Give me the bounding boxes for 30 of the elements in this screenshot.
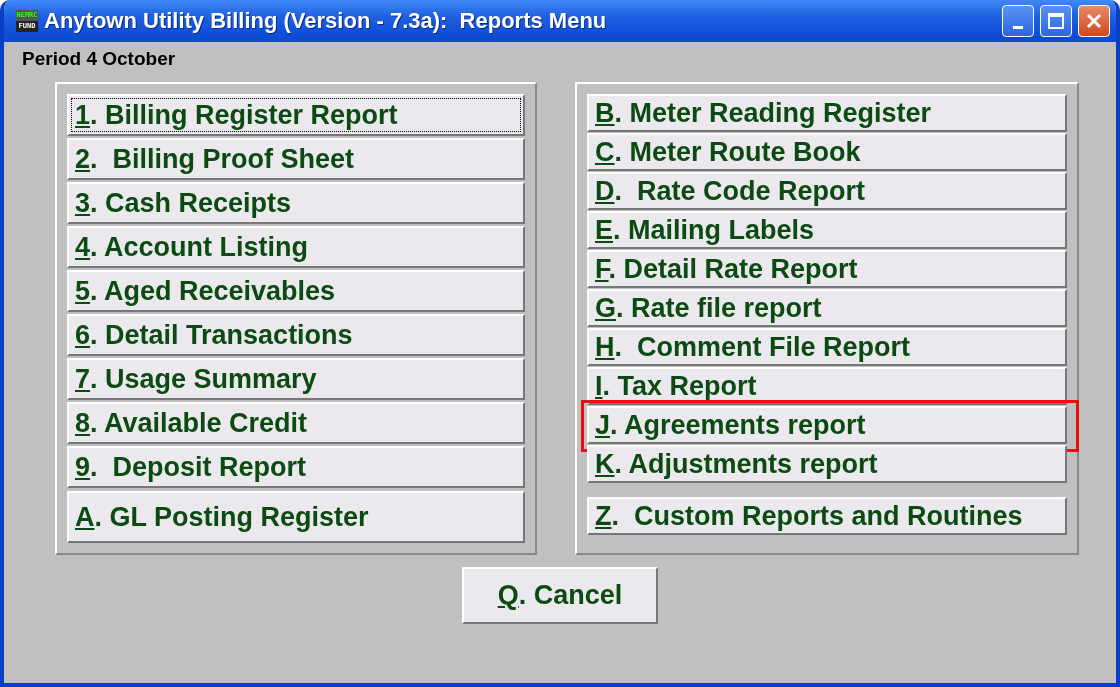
menu-button[interactable]: C. Meter Route Book	[587, 133, 1067, 171]
menu-button[interactable]: I. Tax Report	[587, 367, 1067, 405]
period-label: Period 4 October	[22, 48, 177, 70]
menu-button[interactable]: 8. Available Credit	[67, 402, 525, 444]
menu-button[interactable]: E. Mailing Labels	[587, 211, 1067, 249]
menu-button[interactable]: 4. Account Listing	[67, 226, 525, 268]
menu-button[interactable]: 5. Aged Receivables	[67, 270, 525, 312]
cancel-button[interactable]: Q. Cancel	[462, 567, 658, 624]
menu-button[interactable]: 1. Billing Register Report	[67, 94, 525, 136]
menu-button[interactable]: A. GL Posting Register	[67, 491, 525, 543]
menu-button[interactable]: J. Agreements report	[587, 406, 1067, 444]
close-button[interactable]	[1078, 5, 1110, 37]
menu-button[interactable]: H. Comment File Report	[587, 328, 1067, 366]
menu-button[interactable]: D. Rate Code Report	[587, 172, 1067, 210]
maximize-icon	[1047, 12, 1065, 30]
menu-button[interactable]: 3. Cash Receipts	[67, 182, 525, 224]
menu-button[interactable]: K. Adjustments report	[587, 445, 1067, 483]
menu-button[interactable]: Z. Custom Reports and Routines	[587, 497, 1067, 535]
menu-button[interactable]: 2. Billing Proof Sheet	[67, 138, 525, 180]
window-title: Anytown Utility Billing (Version - 7.3a): Reports Menu	[44, 8, 608, 34]
menu-button[interactable]: B. Meter Reading Register	[587, 94, 1067, 132]
maximize-button[interactable]	[1040, 5, 1072, 37]
minimize-icon	[1013, 25, 1023, 29]
close-icon	[1085, 12, 1103, 30]
menu-button[interactable]: G. Rate file report	[587, 289, 1067, 327]
menu-button[interactable]: F. Detail Rate Report	[587, 250, 1067, 288]
minimize-button[interactable]	[1002, 5, 1034, 37]
menu-button[interactable]: 6. Detail Transactions	[67, 314, 525, 356]
menu-button[interactable]: 9. Deposit Report	[67, 446, 525, 488]
menu-button[interactable]: 7. Usage Summary	[67, 358, 525, 400]
